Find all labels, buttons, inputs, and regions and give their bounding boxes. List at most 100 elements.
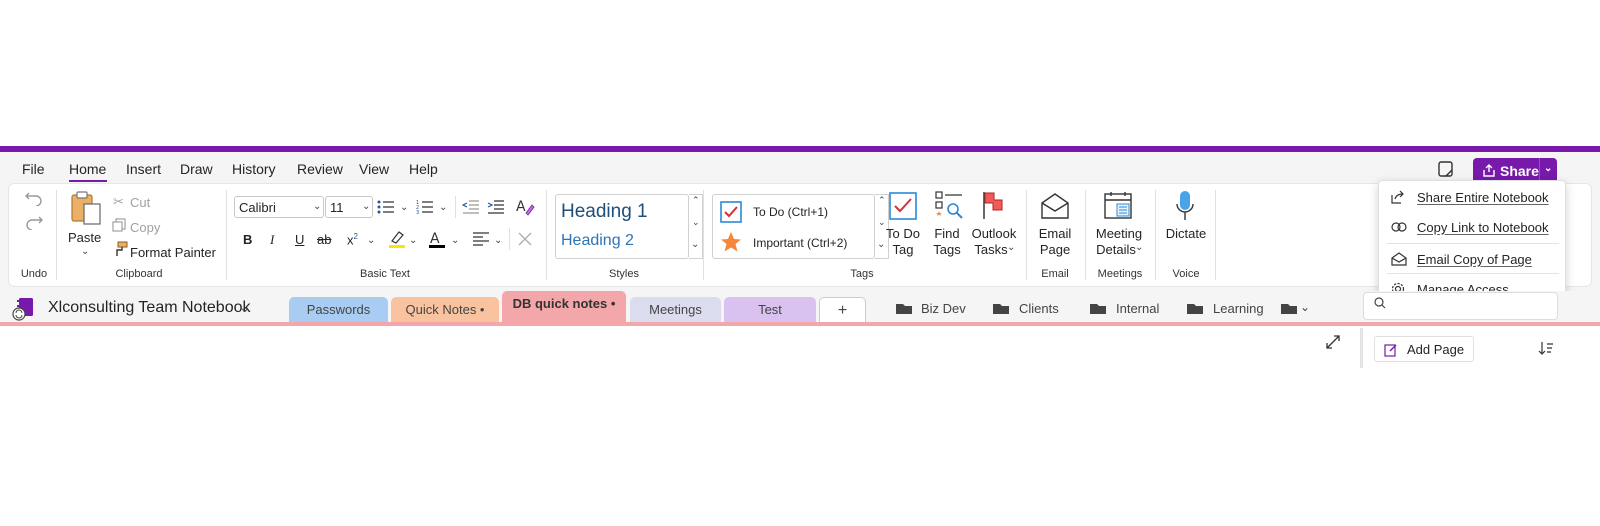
highlight-icon[interactable] <box>387 229 407 249</box>
italic-button[interactable]: I <box>270 232 274 248</box>
svg-text:3: 3 <box>416 210 419 215</box>
section-group-learning[interactable]: Learning <box>1213 301 1264 316</box>
share-icon <box>1483 164 1495 177</box>
menu-history[interactable]: History <box>232 161 276 177</box>
tags-up-icon[interactable]: ⌃ <box>878 195 886 206</box>
numbering-icon[interactable]: 1 2 3 <box>416 199 434 215</box>
notebook-title[interactable]: Xlconsulting Team Notebook <box>48 299 251 317</box>
increase-indent-icon[interactable] <box>487 199 505 215</box>
menu-draw[interactable]: Draw <box>180 161 213 177</box>
svg-text:A: A <box>516 199 526 215</box>
share-entire-notebook-item[interactable]: Share Entire Notebook <box>1379 183 1567 211</box>
numbering-chevron-down-icon[interactable]: ⌄ <box>439 202 447 213</box>
styles-gallery: Heading 1 Heading 2 <box>555 194 689 259</box>
outlook-tasks-flag-icon[interactable] <box>979 190 1007 220</box>
add-page-label: Add Page <box>1407 342 1465 357</box>
outlook-tasks-chevron-down-icon[interactable]: ⌄ <box>1007 242 1015 253</box>
clear-formatting-icon[interactable]: A <box>515 197 535 217</box>
meeting-details-icon[interactable] <box>1103 190 1133 220</box>
styles-up-icon[interactable]: ⌃ <box>692 195 700 206</box>
sort-pages-icon[interactable] <box>1538 340 1554 356</box>
undo-icon[interactable] <box>25 190 43 206</box>
copy-link-item[interactable]: Copy Link to Notebook <box>1379 213 1567 241</box>
ribbon-home: Undo Paste ⌄ ✂ Cut Copy Format Painter C… <box>8 183 1592 287</box>
search-input[interactable] <box>1363 292 1558 320</box>
active-menu-underline <box>69 180 107 182</box>
dictate-label: Dictate <box>1165 226 1207 241</box>
todo-tag-label-2: Tag <box>892 242 914 257</box>
basic-text-group-label: Basic Text <box>360 268 410 280</box>
menu-view[interactable]: View <box>359 161 389 177</box>
svg-text:A: A <box>430 231 440 247</box>
undo-group-label: Undo <box>20 268 48 280</box>
tag-todo[interactable]: To Do (Ctrl+1) <box>753 205 828 219</box>
email-group-label: Email <box>1041 268 1069 280</box>
strikethrough-button[interactable]: ab <box>317 232 331 247</box>
email-copy-item[interactable]: Email Copy of Page <box>1379 245 1567 273</box>
microphone-icon[interactable] <box>1175 190 1195 222</box>
align-icon[interactable] <box>472 231 490 247</box>
section-tab-meetings[interactable]: Meetings <box>630 297 721 322</box>
notebook-icon[interactable] <box>12 297 38 321</box>
section-group-clients[interactable]: Clients <box>1019 301 1059 316</box>
tag-important[interactable]: Important (Ctrl+2) <box>753 236 847 250</box>
style-heading-2[interactable]: Heading 2 <box>561 232 634 250</box>
underline-button[interactable]: U <box>295 232 304 247</box>
section-tab-db-quick-notes[interactable]: DB quick notes • <box>502 291 626 322</box>
superscript-chevron-down-icon[interactable]: ⌄ <box>367 235 375 246</box>
email-page-label-1: Email <box>1038 226 1072 241</box>
find-tags-label-2: Tags <box>933 242 961 257</box>
font-chevron-down-icon: ⌄ <box>313 201 322 212</box>
add-page-button[interactable]: Add Page <box>1374 336 1474 362</box>
styles-more-icon[interactable]: ⌄ <box>691 239 699 250</box>
notebook-chevron-down-icon[interactable]: ⌄ <box>239 299 251 316</box>
meeting-details-chevron-down-icon[interactable]: ⌄ <box>1135 242 1143 253</box>
style-heading-1[interactable]: Heading 1 <box>561 201 648 223</box>
bullets-icon[interactable] <box>377 199 395 215</box>
delete-icon[interactable] <box>517 231 533 247</box>
section-tab-quick-notes[interactable]: Quick Notes • <box>391 297 499 322</box>
menu-home[interactable]: Home <box>69 161 106 177</box>
cut-button[interactable]: Cut <box>130 195 150 210</box>
format-painter-button[interactable]: Format Painter <box>130 245 216 260</box>
share-label: Share <box>1500 163 1539 179</box>
bullets-chevron-down-icon[interactable]: ⌄ <box>400 202 408 213</box>
find-tags-icon[interactable] <box>934 190 964 220</box>
paste-icon[interactable] <box>69 190 103 226</box>
section-group-biz-dev[interactable]: Biz Dev <box>921 301 966 316</box>
font-color-chevron-down-icon[interactable]: ⌄ <box>451 235 459 246</box>
onenote-window: File Home Insert Draw History Review Vie… <box>0 146 1600 526</box>
section-tab-test[interactable]: Test <box>724 297 816 322</box>
paste-chevron-down-icon[interactable]: ⌄ <box>81 246 89 257</box>
styles-scroll: ⌃ ⌄ ⌄ <box>689 194 703 259</box>
add-section-button[interactable]: + <box>819 297 866 322</box>
redo-icon[interactable] <box>25 214 43 230</box>
font-name-select[interactable]: Calibri ⌄ <box>234 196 324 218</box>
section-tab-passwords[interactable]: Passwords <box>289 297 388 322</box>
bold-button[interactable]: B <box>243 232 252 247</box>
copy-button[interactable]: Copy <box>130 220 160 235</box>
more-section-groups-chevron-icon[interactable]: ⌄ <box>1300 300 1310 314</box>
todo-tag-icon[interactable] <box>889 192 917 220</box>
align-chevron-down-icon[interactable]: ⌄ <box>494 235 502 246</box>
styles-down-icon[interactable]: ⌄ <box>692 217 700 228</box>
menu-review[interactable]: Review <box>297 161 343 177</box>
tags-group-label: Tags <box>850 268 874 280</box>
share-chevron-down-icon[interactable]: ⌄ <box>1544 163 1552 174</box>
email-page-icon[interactable] <box>1040 192 1070 220</box>
menu-file[interactable]: File <box>22 161 45 177</box>
highlight-chevron-down-icon[interactable]: ⌄ <box>409 235 417 246</box>
more-section-groups-icon[interactable] <box>1280 301 1298 315</box>
menu-insert[interactable]: Insert <box>126 161 161 177</box>
clipboard-group-label: Clipboard <box>115 268 163 280</box>
font-size-select[interactable]: 11 ⌄ <box>325 196 373 218</box>
decrease-indent-icon[interactable] <box>462 199 480 215</box>
expand-icon[interactable] <box>1325 334 1341 350</box>
cut-icon: ✂ <box>113 194 124 209</box>
font-color-icon[interactable]: A <box>427 229 447 249</box>
share-dropdown-menu: Share Entire Notebook Copy Link to Noteb… <box>1378 180 1566 302</box>
notebook-pane-icon[interactable] <box>1437 160 1455 178</box>
superscript-button[interactable]: x2 <box>347 232 358 247</box>
menu-help[interactable]: Help <box>409 161 438 177</box>
section-group-internal[interactable]: Internal <box>1116 301 1159 316</box>
